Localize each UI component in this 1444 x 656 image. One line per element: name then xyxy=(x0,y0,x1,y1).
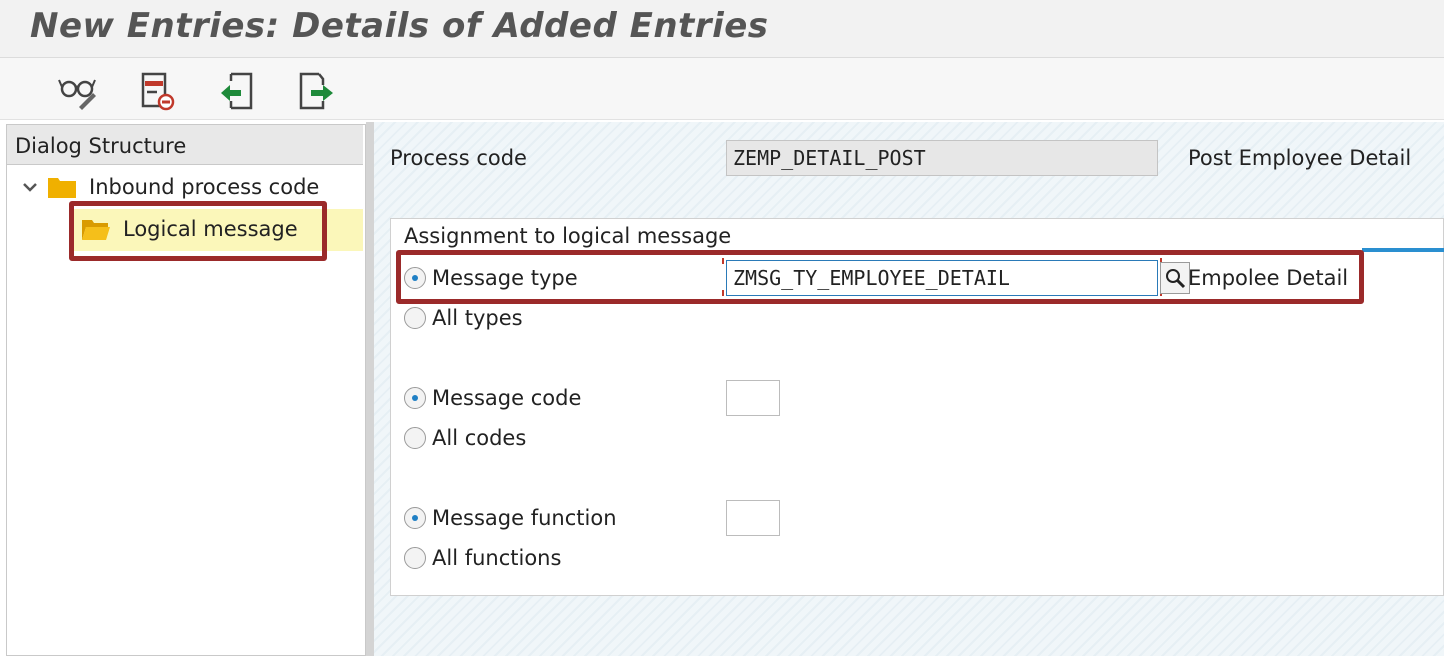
all-functions-label: All functions xyxy=(432,546,562,570)
previous-entry-button[interactable] xyxy=(214,68,260,114)
tree-item-inbound-process-code[interactable]: Inbound process code xyxy=(21,169,319,205)
process-code-label: Process code xyxy=(390,146,527,170)
all-codes-radio[interactable] xyxy=(404,427,426,449)
process-code-description: Post Employee Detail xyxy=(1188,146,1412,170)
previous-entry-icon xyxy=(221,72,253,110)
tree-item-label: Inbound process code xyxy=(89,175,320,199)
message-code-label: Message code xyxy=(432,386,582,410)
process-code-field: ZEMP_DETAIL_POST xyxy=(726,140,1158,176)
display-change-icon xyxy=(58,79,96,110)
delete-icon xyxy=(141,72,175,111)
all-functions-radio[interactable] xyxy=(404,547,426,569)
message-code-input[interactable] xyxy=(726,380,780,416)
message-function-radio[interactable] xyxy=(404,507,426,529)
highlight-frame xyxy=(396,250,1364,304)
all-codes-label: All codes xyxy=(432,426,527,450)
message-function-input[interactable] xyxy=(726,500,780,536)
delete-button[interactable] xyxy=(134,68,180,114)
page-title: New Entries: Details of Added Entries xyxy=(30,6,769,46)
all-types-radio[interactable] xyxy=(404,307,426,329)
display-change-button[interactable] xyxy=(54,68,100,114)
toolbar xyxy=(0,58,1444,120)
all-types-label: All types xyxy=(432,306,523,330)
panel-splitter[interactable] xyxy=(366,122,374,656)
title-bar: New Entries: Details of Added Entries xyxy=(0,0,1444,58)
next-entry-icon xyxy=(299,72,333,110)
highlight-frame xyxy=(69,201,327,261)
dialog-structure-header: Dialog Structure xyxy=(7,125,363,165)
message-code-radio[interactable] xyxy=(404,387,426,409)
group-accent-line xyxy=(1362,248,1444,252)
message-function-label: Message function xyxy=(432,506,617,530)
assignment-group-title: Assignment to logical message xyxy=(404,224,732,248)
folder-closed-icon xyxy=(48,178,76,198)
next-entry-button[interactable] xyxy=(292,68,338,114)
dialog-structure-panel: Dialog Structure Inbound process code Lo… xyxy=(6,124,366,656)
chevron-down-icon[interactable] xyxy=(21,178,39,196)
